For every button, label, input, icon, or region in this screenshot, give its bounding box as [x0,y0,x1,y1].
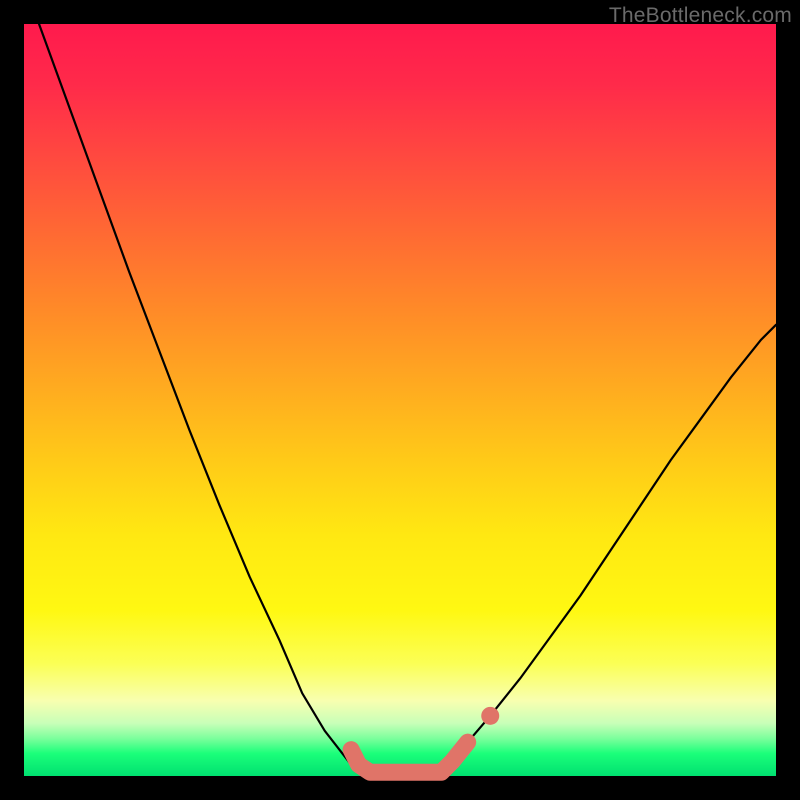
highlight-segment [351,742,468,772]
watermark-text: TheBottleneck.com [609,4,792,28]
left-curve [39,24,359,772]
chart-frame: TheBottleneck.com [0,0,800,800]
right-curve [441,325,776,772]
chart-svg [24,24,776,776]
highlight-dot [481,707,499,725]
